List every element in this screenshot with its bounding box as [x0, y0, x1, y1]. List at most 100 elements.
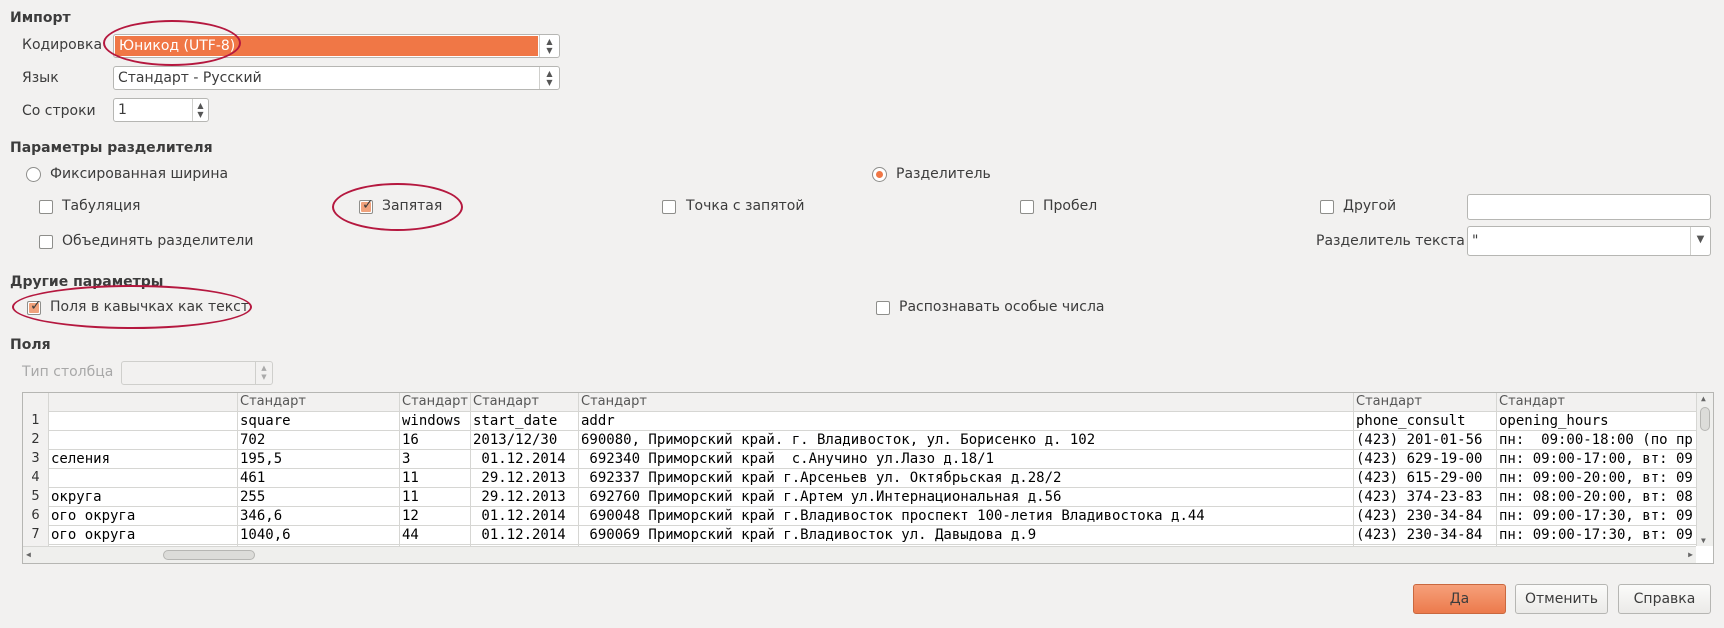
scroll-down-icon[interactable]: ▼ [1701, 536, 1706, 545]
table-cell[interactable]: 692340 Приморский край с.Анучино ул.Лазо… [579, 450, 1354, 469]
tab-checkbox[interactable] [39, 200, 53, 214]
column-header[interactable]: Стандарт [579, 393, 1354, 412]
spin-arrows-icon[interactable]: ▲ ▼ [192, 99, 208, 121]
other-checkbox[interactable] [1320, 200, 1334, 214]
from-row-spinner[interactable]: 1 ▲ ▼ [113, 98, 209, 122]
cancel-button[interactable]: Отменить [1515, 584, 1608, 614]
column-header[interactable]: Стандарт [238, 393, 400, 412]
table-cell[interactable]: округа [49, 488, 238, 507]
table-cell[interactable]: start_date [471, 412, 579, 431]
help-button[interactable]: Справка [1618, 584, 1711, 614]
table-cell[interactable]: 11 [400, 469, 471, 488]
row-number[interactable]: 1 [23, 412, 49, 431]
table-row: 7 ого округа 1040,6 44 01.12.2014 690069 Пр… [23, 526, 1696, 545]
table-cell[interactable]: пн: 08:00-20:00, вт: 08 [1497, 488, 1697, 507]
space-checkbox[interactable] [1020, 200, 1034, 214]
table-cell[interactable]: 29.12.2013 [471, 488, 579, 507]
encoding-select[interactable]: Юникод (UTF-8) ▲ ▼ [113, 34, 560, 58]
table-cell[interactable]: ого округа [49, 507, 238, 526]
table-cell[interactable]: 3 [400, 450, 471, 469]
table-cell[interactable]: селения [49, 450, 238, 469]
table-cell[interactable]: 44 [400, 526, 471, 545]
row-number[interactable]: 4 [23, 469, 49, 488]
spin-arrows-icon[interactable]: ▲ ▼ [539, 67, 559, 89]
fixed-width-radio[interactable] [26, 167, 41, 182]
language-value: Стандарт - Русский [118, 70, 262, 86]
table-cell[interactable]: 16 [400, 431, 471, 450]
table-cell[interactable]: 29.12.2013 [471, 469, 579, 488]
table-cell[interactable]: 346,6 [238, 507, 400, 526]
column-header[interactable]: Стандарт [400, 393, 471, 412]
scroll-up-icon[interactable]: ▲ [1701, 394, 1706, 403]
table-cell[interactable]: addr [579, 412, 1354, 431]
table-cell[interactable]: 2013/12/30 [471, 431, 579, 450]
column-header[interactable]: Стандарт [1354, 393, 1497, 412]
table-row: 5 округа 255 11 29.12.2013 692760 Приморски… [23, 488, 1696, 507]
table-cell[interactable] [49, 469, 238, 488]
text-delimiter-select[interactable]: " ▼ [1467, 226, 1711, 256]
ok-button[interactable]: Да [1413, 584, 1506, 614]
table-cell[interactable]: пн: 09:00-17:00, вт: 09 [1497, 450, 1697, 469]
tab-label: Табуляция [62, 198, 141, 214]
row-number[interactable]: 5 [23, 488, 49, 507]
table-cell[interactable]: (423) 615-29-00 [1354, 469, 1497, 488]
table-cell[interactable] [49, 431, 238, 450]
table-cell[interactable] [49, 412, 238, 431]
table-cell[interactable]: пн: 09:00-18:00 (по пр [1497, 431, 1697, 450]
dropdown-arrow-icon[interactable]: ▼ [1690, 227, 1710, 255]
scroll-thumb[interactable] [163, 550, 255, 560]
merge-delimiters-checkbox[interactable] [39, 235, 53, 249]
row-number[interactable]: 3 [23, 450, 49, 469]
table-cell[interactable]: 702 [238, 431, 400, 450]
scroll-right-icon[interactable]: ▶ [1688, 550, 1693, 559]
table-cell[interactable]: 255 [238, 488, 400, 507]
scroll-left-icon[interactable]: ◀ [26, 550, 31, 559]
scroll-thumb[interactable] [1700, 407, 1710, 431]
table-cell[interactable]: 01.12.2014 [471, 526, 579, 545]
table-cell[interactable]: 692760 Приморский край г.Артем ул.Интерн… [579, 488, 1354, 507]
table-cell[interactable]: phone_consult [1354, 412, 1497, 431]
comma-checkbox[interactable]: ✓ [359, 197, 374, 214]
column-type-select[interactable] [121, 361, 273, 385]
table-cell[interactable]: (423) 629-19-00 [1354, 450, 1497, 469]
other-separator-input[interactable] [1467, 194, 1711, 220]
horizontal-scrollbar[interactable]: ◀ ▶ [23, 546, 1696, 563]
table-cell[interactable]: 01.12.2014 [471, 507, 579, 526]
table-cell[interactable]: 690069 Приморский край г.Владивосток ул.… [579, 526, 1354, 545]
column-header[interactable]: Стандарт [471, 393, 579, 412]
table-cell[interactable]: пн: 09:00-17:30, вт: 09 [1497, 507, 1697, 526]
row-number[interactable]: 6 [23, 507, 49, 526]
table-cell[interactable]: пн: 09:00-17:30, вт: 09 [1497, 526, 1697, 545]
table-cell[interactable]: (423) 230-34-84 [1354, 526, 1497, 545]
table-cell[interactable]: (423) 230-34-84 [1354, 507, 1497, 526]
table-cell[interactable]: square [238, 412, 400, 431]
preview-grid[interactable]: Стандарт Стандарт Стандарт Стандарт Стан… [22, 392, 1714, 564]
table-cell[interactable]: 692337 Приморский край г.Арсеньев ул. Ок… [579, 469, 1354, 488]
spin-arrows-icon[interactable]: ▲ ▼ [539, 35, 559, 57]
column-header[interactable] [49, 393, 238, 412]
table-cell[interactable]: 11 [400, 488, 471, 507]
column-header[interactable]: Стандарт [1497, 393, 1697, 412]
table-cell[interactable]: 461 [238, 469, 400, 488]
space-label: Пробел [1043, 198, 1098, 214]
table-cell[interactable]: opening_hours [1497, 412, 1697, 431]
table-cell[interactable]: windows [400, 412, 471, 431]
table-cell[interactable]: 01.12.2014 [471, 450, 579, 469]
table-cell[interactable]: 690048 Приморский край г.Владивосток про… [579, 507, 1354, 526]
table-cell[interactable]: (423) 201-01-56 [1354, 431, 1497, 450]
separated-radio[interactable] [872, 167, 887, 182]
table-cell[interactable]: пн: 09:00-20:00, вт: 09 [1497, 469, 1697, 488]
vertical-scrollbar[interactable]: ▲ ▼ [1696, 393, 1713, 546]
row-number[interactable]: 2 [23, 431, 49, 450]
table-cell[interactable]: 690080, Приморский край. г. Владивосток,… [579, 431, 1354, 450]
table-cell[interactable]: 1040,6 [238, 526, 400, 545]
table-cell[interactable]: 12 [400, 507, 471, 526]
quoted-as-text-checkbox[interactable]: ✓ [27, 298, 42, 315]
special-numbers-checkbox[interactable] [876, 301, 890, 315]
table-cell[interactable]: (423) 374-23-83 [1354, 488, 1497, 507]
language-select[interactable]: Стандарт - Русский ▲ ▼ [113, 66, 560, 90]
row-number[interactable]: 7 [23, 526, 49, 545]
table-cell[interactable]: 195,5 [238, 450, 400, 469]
semicolon-checkbox[interactable] [662, 200, 676, 214]
table-cell[interactable]: ого округа [49, 526, 238, 545]
